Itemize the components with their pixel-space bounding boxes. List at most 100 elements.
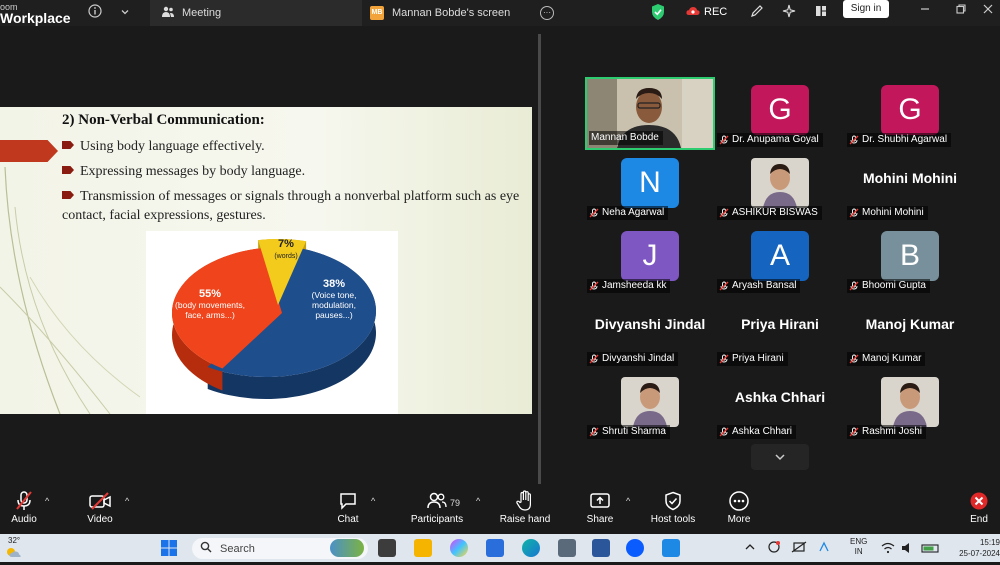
- more-button[interactable]: More: [722, 488, 756, 532]
- presenter-badge: MB: [370, 6, 384, 20]
- close-icon[interactable]: [980, 3, 996, 19]
- mic-muted-icon: [719, 208, 729, 218]
- video-button[interactable]: Video: [84, 488, 116, 532]
- raise-hand-label: Raise hand: [499, 514, 551, 525]
- more-options-icon[interactable]: ···: [540, 6, 554, 20]
- share-button[interactable]: Share: [584, 488, 616, 532]
- audio-caret-icon[interactable]: ^: [45, 496, 49, 506]
- participant-avatar: J: [621, 231, 679, 281]
- pie-slice-label: 7%: [278, 238, 294, 250]
- chat-button[interactable]: Chat: [333, 488, 363, 532]
- participant-tile[interactable]: Manoj Kumar Manoj Kumar: [845, 296, 975, 369]
- share-screen-icon: [584, 488, 616, 514]
- participant-name-label: Shruti Sharma: [587, 425, 670, 439]
- tab-shared-screen[interactable]: MB Mannan Bobde's screen ···: [362, 0, 560, 26]
- date: 25-07-2024: [959, 549, 1000, 558]
- edge-icon[interactable]: [522, 539, 540, 557]
- mic-muted-icon: [849, 208, 859, 218]
- windows-start-icon[interactable]: [160, 539, 178, 557]
- system-tray[interactable]: [744, 539, 840, 558]
- end-call-icon: [964, 488, 994, 514]
- annotate-pen-icon[interactable]: [748, 4, 766, 22]
- chat-icon: [333, 488, 363, 514]
- chevron-down-icon[interactable]: [116, 4, 134, 22]
- bullet-arrow-icon: [62, 191, 74, 199]
- zoom-icon[interactable]: [626, 539, 644, 557]
- sparkle-icon[interactable]: [780, 4, 798, 22]
- weather-widget[interactable]: 32°: [2, 536, 26, 560]
- raise-hand-button[interactable]: Raise hand: [497, 488, 553, 532]
- participant-tile[interactable]: Rashmi Joshi: [845, 369, 975, 442]
- chevron-down-icon: [775, 454, 785, 461]
- participants-button[interactable]: Participants: [406, 488, 468, 532]
- photos-icon[interactable]: [662, 539, 680, 557]
- language-indicator[interactable]: ENG IN: [850, 537, 867, 557]
- avatar-initial: G: [898, 93, 922, 126]
- info-icon[interactable]: [86, 4, 104, 22]
- participants-caret-icon[interactable]: ^: [476, 496, 480, 506]
- layout-icon[interactable]: [812, 4, 830, 22]
- mic-muted-icon: [849, 135, 859, 145]
- video-caret-icon[interactable]: ^: [125, 496, 129, 506]
- avatar-initial: A: [769, 239, 790, 272]
- scroll-down-button[interactable]: [751, 444, 809, 470]
- participant-avatar: G: [751, 85, 809, 135]
- participant-display-name: Manoj Kumar: [865, 316, 955, 332]
- bullet-text: Expressing messages by body language.: [80, 164, 306, 179]
- minimize-icon[interactable]: [917, 3, 933, 19]
- participant-tile[interactable]: A Aryash Bansal: [715, 223, 845, 296]
- participant-name: Manoj Kumar: [862, 353, 922, 364]
- share-caret-icon[interactable]: ^: [626, 496, 630, 506]
- file-explorer-icon[interactable]: [414, 539, 432, 557]
- audio-button[interactable]: Audio: [8, 488, 40, 532]
- participant-name: Divyanshi Jindal: [602, 353, 675, 364]
- pie-slice-label: 55%: [199, 288, 221, 300]
- app-icon[interactable]: [558, 539, 576, 557]
- restore-icon[interactable]: [953, 3, 969, 19]
- clock[interactable]: 15:19 25-07-2024: [948, 537, 1000, 559]
- copilot-icon[interactable]: [450, 539, 468, 557]
- chat-caret-icon[interactable]: ^: [371, 496, 375, 506]
- participant-name: Dr. Anupama Goyal: [732, 134, 819, 145]
- presentation-slide: 2) Non-Verbal Communication: Using body …: [0, 107, 532, 414]
- participant-tile[interactable]: Mohini Mohini Mohini Mohini: [845, 150, 975, 223]
- word-icon[interactable]: [592, 539, 610, 557]
- slide-bullet: Using body language effectively.: [62, 137, 524, 156]
- app-name: oom Workplace: [0, 0, 80, 26]
- mic-muted-icon: [849, 427, 859, 437]
- avatar-initial: J: [642, 239, 658, 272]
- participant-tile[interactable]: J Jamsheeda kk: [585, 223, 715, 296]
- participant-tile[interactable]: G Dr. Shubhi Agarwal: [845, 77, 975, 150]
- participant-tile[interactable]: Ashka Chhari Ashka Chhari: [715, 369, 845, 442]
- sign-in-button[interactable]: Sign in: [843, 0, 889, 18]
- participant-tile[interactable]: Divyanshi Jindal Divyanshi Jindal: [585, 296, 715, 369]
- host-tools-label: Host tools: [650, 514, 696, 525]
- host-tools-button[interactable]: Host tools: [646, 488, 700, 532]
- search-placeholder: Search: [220, 542, 255, 555]
- task-view-icon[interactable]: [378, 539, 396, 557]
- pie-slice-sublabel: (Voice tone, modulation, pauses...): [312, 290, 357, 320]
- tab-meeting[interactable]: Meeting: [150, 0, 362, 26]
- participant-tile[interactable]: Mannan Bobde: [585, 77, 715, 150]
- wifi-volume-battery-icons[interactable]: [880, 541, 942, 555]
- participant-tile[interactable]: B Bhoomi Gupta: [845, 223, 975, 296]
- more-label: More: [727, 514, 751, 525]
- participant-tile[interactable]: G Dr. Anupama Goyal: [715, 77, 845, 150]
- participant-tile[interactable]: Priya Hirani Priya Hirani: [715, 296, 845, 369]
- bullet-text: Using body language effectively.: [80, 139, 265, 154]
- participant-tile[interactable]: N Neha Agarwal: [585, 150, 715, 223]
- participant-tile[interactable]: ASHIKUR BISWAS: [715, 150, 845, 223]
- slide-bullet: Expressing messages by body language.: [62, 162, 524, 181]
- participant-name: Aryash Bansal: [732, 280, 797, 291]
- participant-tile[interactable]: Shruti Sharma: [585, 369, 715, 442]
- search-icon: [200, 541, 212, 556]
- avatar-initial: B: [899, 239, 920, 272]
- shield-icon[interactable]: [651, 3, 665, 21]
- participant-display-name: Priya Hirani: [741, 316, 819, 332]
- search-highlight-icon[interactable]: [330, 539, 364, 557]
- store-icon[interactable]: [486, 539, 504, 557]
- participant-name-label: Divyanshi Jindal: [587, 352, 679, 366]
- end-button[interactable]: End: [964, 488, 994, 532]
- recording-indicator[interactable]: REC: [686, 3, 727, 21]
- audio-label: Audio: [11, 514, 37, 525]
